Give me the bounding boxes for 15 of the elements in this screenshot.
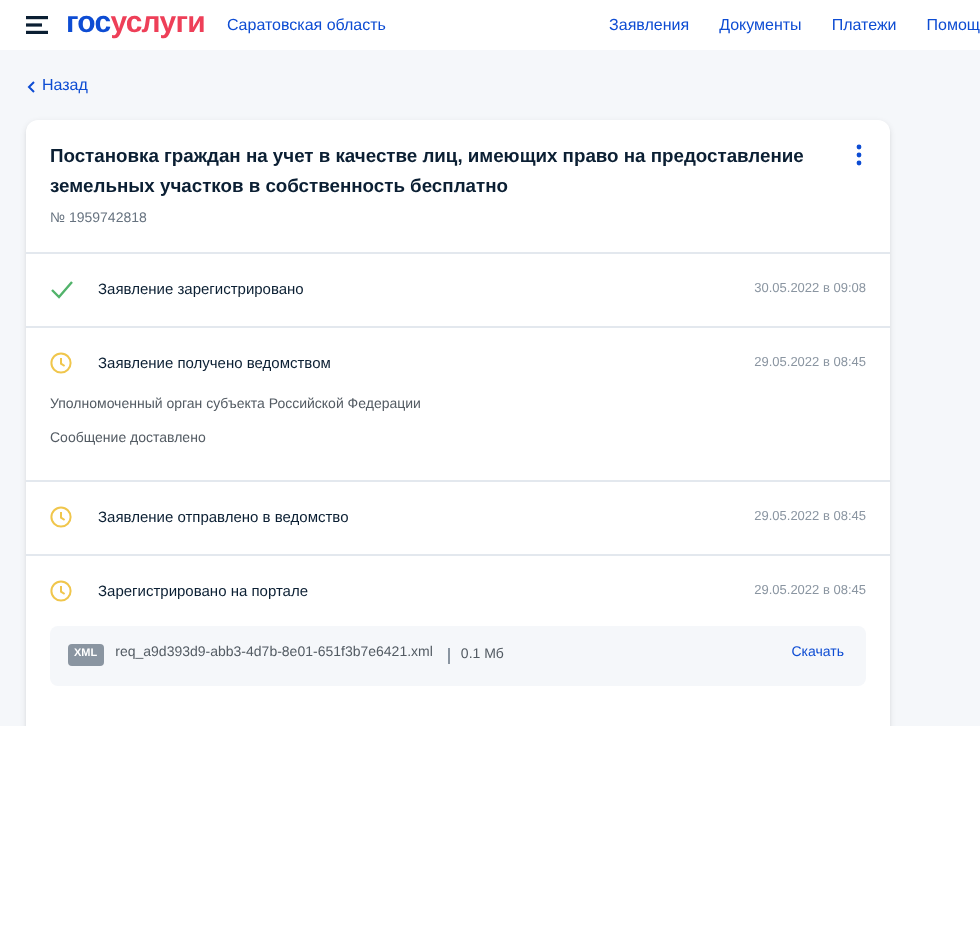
back-link[interactable]: Назад xyxy=(26,74,88,98)
nav-link[interactable]: Документы xyxy=(719,13,802,37)
check-icon xyxy=(50,279,74,299)
chevron-left-icon xyxy=(26,79,36,93)
clock-icon xyxy=(50,506,72,528)
application-title: Постановка граждан на учет в качестве лиц, имеющих право на предоставление земельных участков в собственность бесплатно xyxy=(50,142,806,200)
clock-icon xyxy=(50,352,72,374)
more-icon[interactable] xyxy=(856,144,862,166)
menu-icon[interactable] xyxy=(26,16,48,34)
clock-icon xyxy=(50,580,72,602)
logo[interactable]: госуслуги xyxy=(66,2,205,48)
region-link[interactable]: Саратовская область xyxy=(226,13,386,37)
nav-link[interactable]: Заявления xyxy=(609,13,690,37)
nav-link[interactable]: Помощ xyxy=(926,13,980,37)
nav-link[interactable]: Платежи xyxy=(831,13,897,37)
